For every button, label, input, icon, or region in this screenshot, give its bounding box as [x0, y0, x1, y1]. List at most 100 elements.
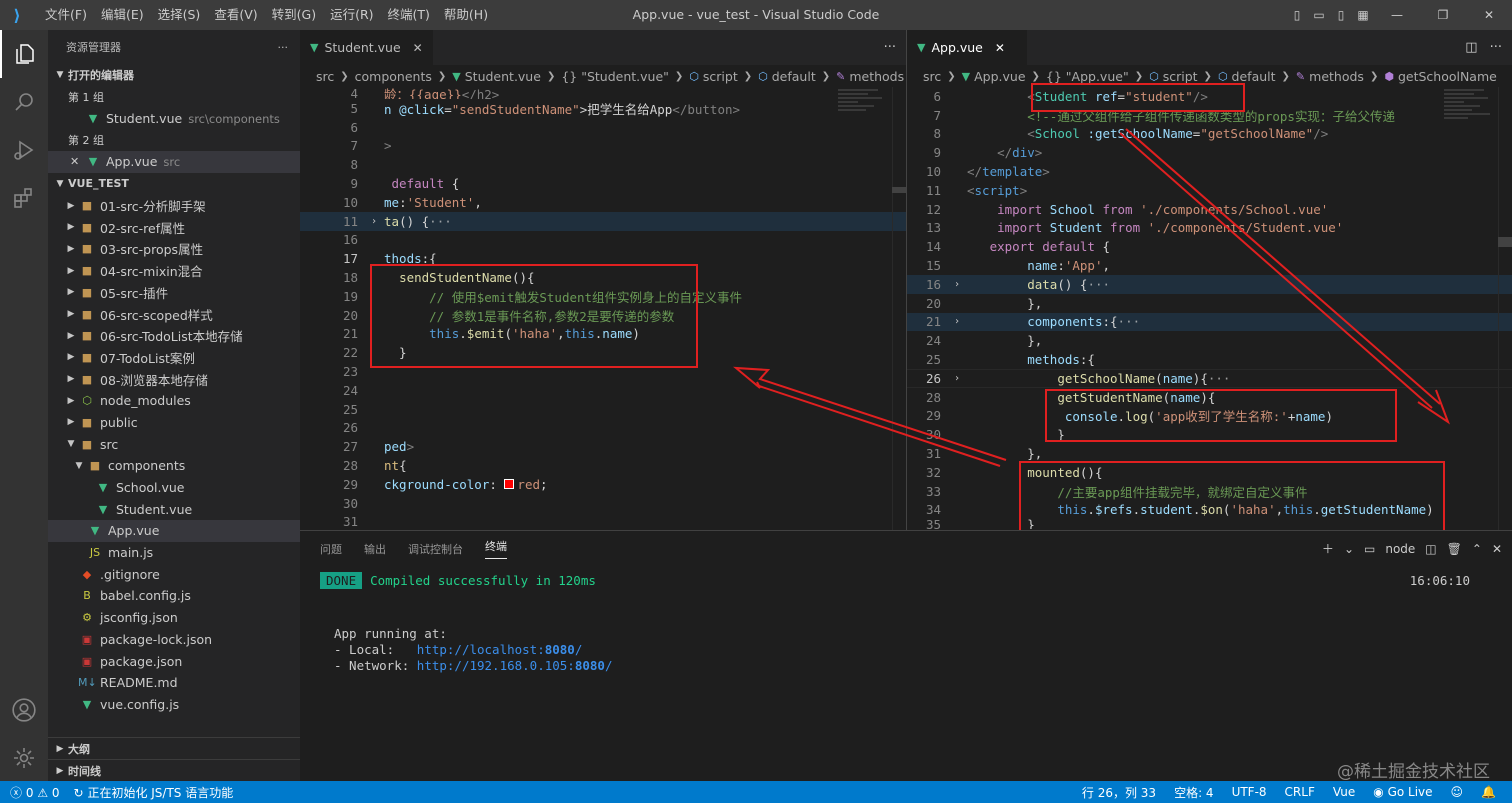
menu-help[interactable]: 帮助(H) — [437, 0, 495, 30]
new-terminal-icon[interactable]: ＋ — [1322, 540, 1334, 557]
split-terminal-icon[interactable]: ◫ — [1425, 542, 1436, 556]
tree-folder[interactable]: ▶ ■ 02-src-ref属性 — [48, 216, 300, 238]
more-actions-icon[interactable]: ··· — [1490, 40, 1502, 55]
terminal-shell-name[interactable]: node — [1385, 542, 1415, 556]
open-editor-student[interactable]: ▼ Student.vue src\components — [48, 108, 300, 130]
customize-layout-icon[interactable]: ▦ — [1352, 0, 1374, 30]
extensions-icon[interactable] — [0, 174, 48, 222]
cursor-position[interactable]: 行 26，列 33 — [1082, 784, 1156, 801]
notifications-icon[interactable]: 🔔 — [1481, 785, 1496, 799]
network-port[interactable]: 8080 — [575, 658, 605, 673]
breadcrumb-item[interactable]: script — [703, 69, 738, 84]
more-actions-icon[interactable]: ··· — [884, 40, 896, 55]
tab-app-vue[interactable]: ▼ App.vue ✕ — [907, 30, 1027, 65]
minimap[interactable] — [1444, 87, 1498, 527]
scrollbar-thumb[interactable] — [1498, 237, 1512, 247]
close-window-icon[interactable]: ✕ — [1466, 0, 1512, 30]
explorer-icon[interactable] — [0, 30, 48, 78]
account-icon[interactable] — [0, 686, 48, 734]
encoding[interactable]: UTF-8 — [1232, 785, 1267, 799]
network-url[interactable]: http://192.168.0.105: — [417, 658, 575, 673]
tree-folder[interactable]: ▶ ■ 06-src-scoped样式 — [48, 303, 300, 325]
tree-file[interactable]: Bbabel.config.js — [48, 585, 300, 607]
close-panel-icon[interactable]: ✕ — [1492, 542, 1502, 556]
breadcrumb-item[interactable]: App.vue — [974, 69, 1025, 84]
tree-file[interactable]: ◆ .gitignore — [48, 563, 300, 585]
tree-folder[interactable]: ▶ ■ 04-src-mixin混合 — [48, 260, 300, 282]
tab-debug-console[interactable]: 调试控制台 — [408, 541, 463, 557]
tree-folder[interactable]: ▶ ■ 05-src-插件 — [48, 282, 300, 304]
menu-file[interactable]: 文件(F) — [38, 0, 94, 30]
minimize-icon[interactable]: — — [1374, 0, 1420, 30]
terminal-output[interactable]: DONE Compiled successfully in 120ms 16:0… — [300, 566, 1512, 674]
breadcrumb-item[interactable]: components — [355, 69, 432, 84]
indentation[interactable]: 空格: 4 — [1174, 784, 1214, 801]
breadcrumb-item[interactable]: default — [1232, 69, 1276, 84]
breadcrumb-item[interactable]: methods — [1309, 69, 1364, 84]
menu-run[interactable]: 运行(R) — [323, 0, 380, 30]
run-debug-icon[interactable] — [0, 126, 48, 174]
breadcrumb-item[interactable]: script — [1163, 69, 1198, 84]
breadcrumb-item[interactable]: getSchoolName — [1398, 69, 1497, 84]
open-editor-app[interactable]: ✕ ▼ App.vue src — [48, 151, 300, 173]
tree-folder[interactable]: ▶ ■ 07-TodoList案例 — [48, 347, 300, 369]
toggle-panel-icon[interactable]: ▭ — [1308, 0, 1330, 30]
close-editor-icon[interactable]: ✕ — [70, 155, 84, 168]
tree-folder[interactable]: ▶ ■ 08-浏览器本地存储 — [48, 368, 300, 390]
restore-icon[interactable]: ❐ — [1420, 0, 1466, 30]
close-tab-icon[interactable]: ✕ — [413, 41, 423, 55]
editor-group-1[interactable]: 第 1 组 — [48, 86, 300, 108]
tab-output[interactable]: 输出 — [364, 541, 386, 557]
tree-folder[interactable]: ▶ ■ 06-src-TodoList本地存储 — [48, 325, 300, 347]
toggle-secondary-sidebar-icon[interactable]: ▯ — [1330, 0, 1352, 30]
breadcrumb-item[interactable]: src — [316, 69, 334, 84]
language-mode[interactable]: Vue — [1333, 785, 1355, 799]
settings-gear-icon[interactable] — [0, 734, 48, 782]
search-icon[interactable] — [0, 78, 48, 126]
menu-go[interactable]: 转到(G) — [265, 0, 323, 30]
breadcrumb-item[interactable]: default — [772, 69, 816, 84]
tree-file[interactable]: M↓ README.md — [48, 672, 300, 694]
close-tab-icon[interactable]: ✕ — [995, 41, 1005, 55]
menu-edit[interactable]: 编辑(E) — [94, 0, 151, 30]
go-live-button[interactable]: ◉ Go Live — [1373, 785, 1432, 799]
feedback-icon[interactable]: ☺ — [1451, 785, 1464, 799]
scrollbar-thumb[interactable] — [892, 187, 906, 193]
chevron-down-icon[interactable]: ⌄ — [1344, 542, 1354, 556]
tab-problems[interactable]: 问题 — [320, 541, 342, 557]
tree-folder[interactable]: ▶ ■ 03-src-props属性 — [48, 238, 300, 260]
open-editors-section[interactable]: ▼ 打开的编辑器 — [48, 64, 300, 86]
outline-section[interactable]: ▶ 大纲 — [48, 737, 300, 759]
timeline-section[interactable]: ▶ 时间线 — [48, 759, 300, 781]
local-port[interactable]: 8080 — [545, 642, 575, 657]
local-url[interactable]: http://localhost: — [417, 642, 545, 657]
problems-status[interactable]: ⓧ 0 ⚠ 0 — [10, 784, 60, 801]
vertical-scrollbar[interactable] — [1498, 87, 1512, 530]
trash-icon[interactable]: 🗑 — [1447, 542, 1462, 556]
code-area[interactable]: 4 龄：{{age}}</h2> 5n @click="sendStudentNa… — [300, 87, 906, 530]
tree-file[interactable]: ▼ Student.vue — [48, 498, 300, 520]
language-status[interactable]: ↻ 正在初始化 JS/TS 语言功能 — [74, 784, 234, 801]
tree-folder[interactable]: ▶ ■ 01-src-分析脚手架 — [48, 195, 300, 217]
tree-file[interactable]: ⚙ jsconfig.json — [48, 607, 300, 629]
tree-file[interactable]: ▼ School.vue — [48, 477, 300, 499]
breadcrumb-item[interactable]: Student.vue — [465, 69, 541, 84]
tree-folder[interactable]: ▼ ■ src — [48, 433, 300, 455]
tree-file[interactable]: ▣ package-lock.json — [48, 629, 300, 651]
tree-folder[interactable]: ▶ ⬡ node_modules — [48, 390, 300, 412]
maximize-panel-icon[interactable]: ⌃ — [1472, 542, 1482, 556]
menu-terminal[interactable]: 终端(T) — [381, 0, 437, 30]
toggle-sidebar-icon[interactable]: ▯ — [1286, 0, 1308, 30]
breadcrumb-item[interactable]: {} "App.vue" — [1046, 69, 1129, 84]
tab-student-vue[interactable]: ▼ Student.vue ✕ — [300, 30, 433, 65]
editor-group-2[interactable]: 第 2 组 — [48, 129, 300, 151]
menu-view[interactable]: 查看(V) — [207, 0, 264, 30]
code-area[interactable]: 6 <Student ref="student"/> 7 <!--通过父组件给子… — [907, 87, 1512, 529]
tree-file[interactable]: ▣ package.json — [48, 650, 300, 672]
tree-file-selected[interactable]: ▼ App.vue — [48, 520, 300, 542]
breadcrumb-item[interactable]: methods — [849, 69, 904, 84]
tree-folder[interactable]: ▼ ■ components — [48, 455, 300, 477]
vertical-scrollbar[interactable] — [892, 87, 906, 530]
tree-file[interactable]: ▼ vue.config.js — [48, 694, 300, 716]
tab-terminal[interactable]: 终端 — [485, 538, 507, 559]
